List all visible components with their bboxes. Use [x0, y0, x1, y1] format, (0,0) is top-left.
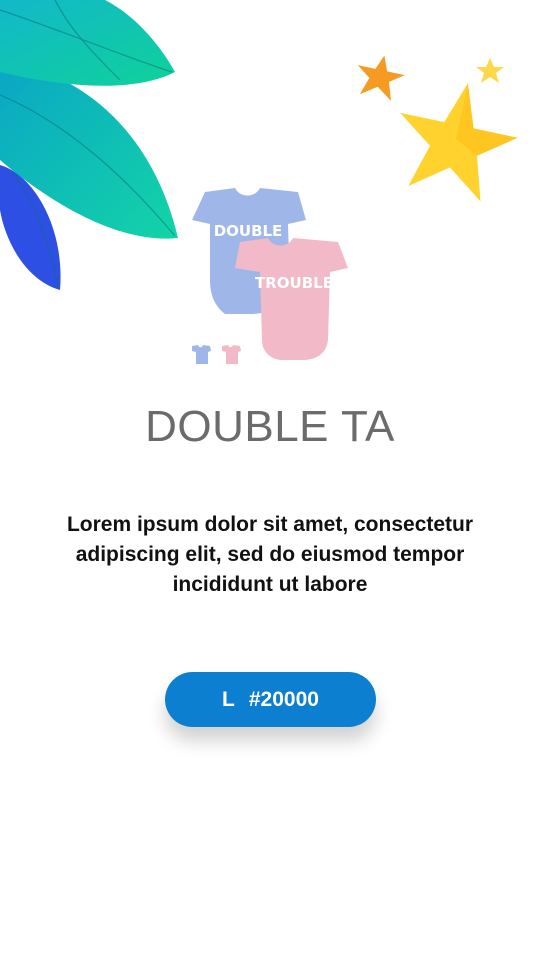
leaf-decoration — [0, 0, 178, 290]
blue-onesie-label: DOUBLE — [214, 222, 283, 240]
size-label: L — [222, 687, 235, 711]
price-button[interactable]: L #20000 — [165, 672, 376, 727]
pink-onesie-label: TROUBLE — [255, 274, 333, 292]
star-decoration — [357, 55, 518, 202]
thumbnail-onesies — [192, 345, 241, 364]
product-image: DOUBLE TROUBLE — [192, 188, 348, 364]
product-title: DOUBLE TA — [145, 402, 395, 451]
product-description: Lorem ipsum dolor sit amet, consectetur … — [66, 513, 474, 596]
price-label: #20000 — [248, 687, 319, 711]
